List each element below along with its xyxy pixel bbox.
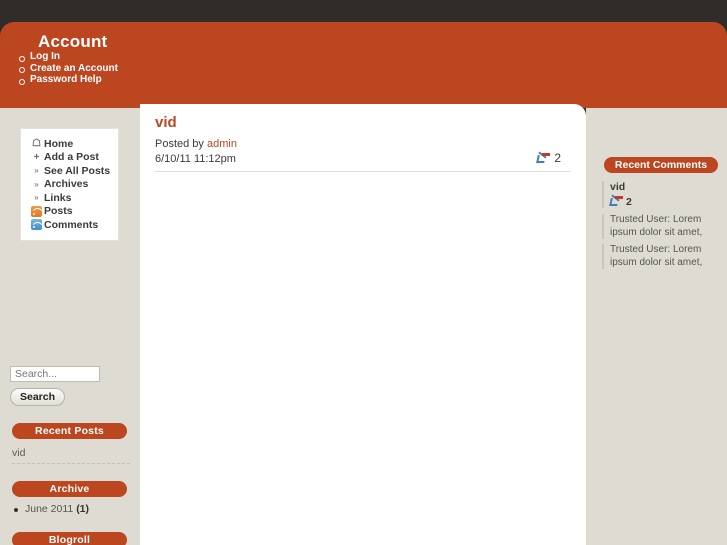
recent-comments-post-count: 2 xyxy=(609,194,722,208)
account-link-password-help[interactable]: Password Help xyxy=(18,74,218,86)
post-author-link[interactable]: admin xyxy=(207,138,237,150)
recent-post-item[interactable]: vid xyxy=(12,447,130,459)
archive-item[interactable]: June 2011 (1) xyxy=(12,502,137,517)
search-input[interactable] xyxy=(10,366,100,382)
rss-orange-icon xyxy=(29,205,44,217)
nav-item-links-label: Links xyxy=(44,191,72,204)
chevron-right-icon: » xyxy=(34,179,39,189)
recent-comment-item[interactable]: Trusted User: Lorem ipsum dolor sit amet… xyxy=(602,244,718,269)
nav-item-archives-label: Archives xyxy=(44,178,89,191)
archive-heading: Archive xyxy=(12,481,127,497)
main-content: vid Posted by admin 6/10/11 11:12pm 2 re… xyxy=(140,104,586,545)
recent-comments-post-title[interactable]: vid xyxy=(610,181,722,193)
account-link-log-in[interactable]: Log In xyxy=(18,51,218,63)
chevron-right-icon: » xyxy=(34,166,39,176)
archive-item-label[interactable]: June 2011 xyxy=(25,503,73,515)
site-header: Account Log In Create an Account Passwor… xyxy=(0,22,727,108)
nav-item-home-label: Home xyxy=(44,137,74,150)
post-article: vid Posted by admin 6/10/11 11:12pm 2 xyxy=(155,114,571,480)
nav-item-see-all-posts[interactable]: » See All Posts xyxy=(29,164,112,178)
recent-comments-heading: Recent Comments xyxy=(604,157,718,173)
nav-item-add-a-post-label: Add a Post xyxy=(44,151,99,164)
post-byline: Posted by admin xyxy=(155,137,571,151)
main-navigation: ☖ Home + Add a Post » See All Posts » Ar… xyxy=(20,128,119,241)
left-sidebar: ☖ Home + Add a Post » See All Posts » Ar… xyxy=(0,108,140,545)
broken-image-icon xyxy=(536,150,551,165)
recent-comment-item[interactable]: Trusted User: Lorem ipsum dolor sit amet… xyxy=(602,214,718,239)
archive-list: June 2011 (1) xyxy=(12,502,137,517)
nav-item-posts-feed-label: Posts xyxy=(44,205,73,218)
posted-by-label: Posted by xyxy=(155,138,204,150)
chevron-right-icon: » xyxy=(34,193,39,203)
account-link-log-in-label[interactable]: Log In xyxy=(30,51,60,62)
search-button[interactable]: Search xyxy=(10,388,66,406)
nav-item-see-all-posts-label: See All Posts xyxy=(44,164,111,177)
post-date: 6/10/11 11:12pm xyxy=(155,153,236,165)
account-link-password-help-label[interactable]: Password Help xyxy=(30,74,102,85)
account-links-list: Log In Create an Account Password Help xyxy=(18,51,218,87)
post-meta-row: 6/10/11 11:12pm 2 xyxy=(155,150,571,165)
account-link-create-an-account[interactable]: Create an Account xyxy=(18,63,218,75)
post-body xyxy=(155,180,571,480)
blogroll-heading: Blogroll xyxy=(12,532,127,545)
recent-comments-list: vid 2 Trusted User: Lorem ipsum dolor si… xyxy=(602,181,722,274)
recent-comments-post-count-value: 2 xyxy=(626,195,632,208)
nav-item-add-a-post[interactable]: + Add a Post xyxy=(29,151,112,165)
rss-blue-icon xyxy=(29,219,44,231)
divider xyxy=(155,171,571,172)
post-comment-count[interactable]: 2 xyxy=(536,150,571,165)
nav-item-comments-feed[interactable]: Comments xyxy=(29,218,112,232)
search-form: Search xyxy=(10,366,100,406)
post-title: vid xyxy=(155,114,177,131)
page-title: Account xyxy=(38,32,108,51)
nav-item-links[interactable]: » Links xyxy=(29,191,112,205)
nav-item-comments-feed-label: Comments xyxy=(44,218,99,231)
nav-item-home[interactable]: ☖ Home xyxy=(29,137,112,151)
page-root: Account Log In Create an Account Passwor… xyxy=(0,0,727,545)
account-link-create-an-account-label[interactable]: Create an Account xyxy=(30,63,118,74)
plus-icon: + xyxy=(33,151,40,163)
nav-item-archives[interactable]: » Archives xyxy=(29,178,112,192)
recent-comments-post: vid 2 xyxy=(602,181,722,208)
nav-item-posts-feed[interactable]: Posts xyxy=(29,205,112,219)
divider xyxy=(12,463,130,464)
broken-image-icon xyxy=(609,194,623,208)
post-comment-count-value: 2 xyxy=(554,151,561,165)
home-icon: ☖ xyxy=(32,138,41,150)
recent-posts-heading: Recent Posts xyxy=(12,423,127,439)
right-sidebar: Recent Comments vid 2 Trusted User: Lore… xyxy=(586,108,727,545)
archive-item-count: (1) xyxy=(76,503,90,515)
recent-posts-list: vid xyxy=(12,447,130,464)
